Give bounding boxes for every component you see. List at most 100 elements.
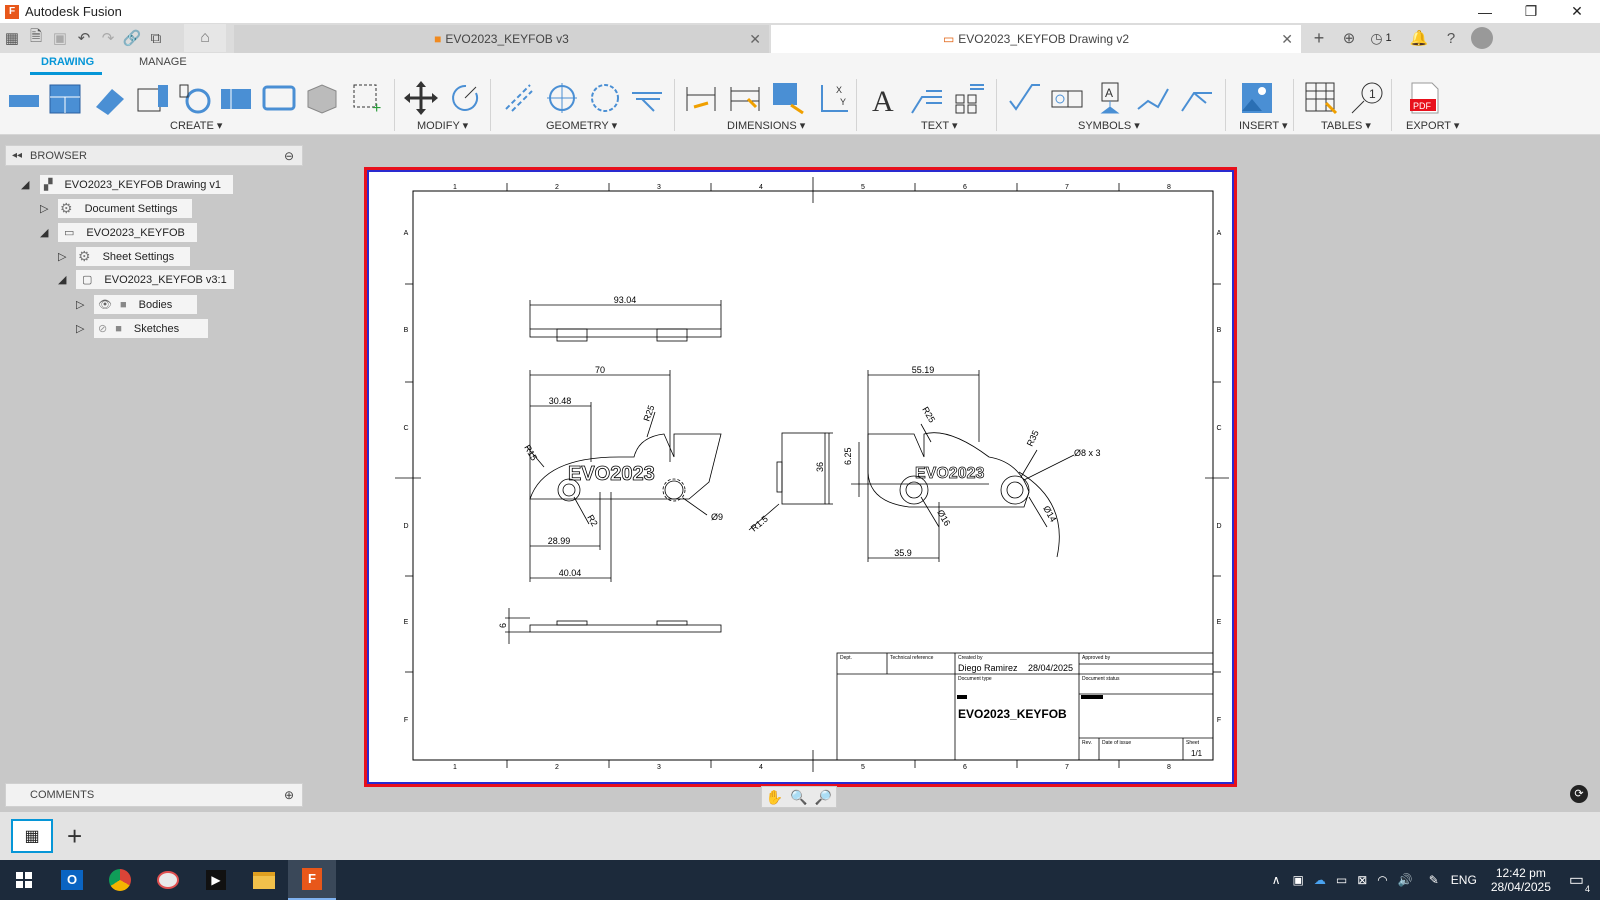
- group-insert[interactable]: INSERT ▾: [1239, 119, 1288, 132]
- fusion-taskbar-icon[interactable]: F: [288, 860, 336, 900]
- expand-arrow-icon[interactable]: ◢: [21, 178, 29, 191]
- dimension-text[interactable]: Ø14: [1041, 504, 1058, 524]
- device-icon[interactable]: ▭: [1336, 873, 1347, 887]
- dimension-text[interactable]: 30.48: [549, 396, 572, 406]
- sheet-thumbnail[interactable]: ▦: [11, 819, 53, 853]
- export-pdf-icon[interactable]: PDF: [1408, 81, 1442, 115]
- wifi-icon[interactable]: ◠: [1377, 873, 1387, 887]
- avatar[interactable]: [1471, 27, 1493, 49]
- copy-icon[interactable]: ⧉: [144, 30, 168, 47]
- app-grid-icon[interactable]: ▦: [0, 29, 24, 47]
- tab-drawing[interactable]: DRAWING: [41, 56, 94, 68]
- group-dimensions[interactable]: DIMENSIONS ▾: [727, 119, 805, 132]
- extensions-icon[interactable]: ⊕: [1337, 29, 1361, 47]
- close-tab-icon[interactable]: ✕: [1281, 31, 1293, 48]
- pan-icon[interactable]: ✋: [766, 789, 783, 806]
- paint-icon[interactable]: [144, 860, 192, 900]
- projected-view-icon[interactable]: [48, 81, 82, 115]
- expand-arrow-icon[interactable]: ▷: [40, 202, 48, 215]
- panel-minimize-icon[interactable]: ⊖: [284, 149, 294, 163]
- dimension-text[interactable]: 6: [498, 623, 508, 628]
- expand-arrow-icon[interactable]: ◢: [40, 226, 48, 239]
- chain-dimension-icon[interactable]: XY: [816, 81, 850, 115]
- group-export[interactable]: EXPORT ▾: [1406, 119, 1459, 132]
- dimension-text[interactable]: R2: [585, 513, 599, 528]
- undo-icon[interactable]: ↶: [72, 29, 96, 47]
- security-icon[interactable]: ⊠: [1357, 873, 1367, 887]
- edge-symbol-icon[interactable]: [1180, 81, 1214, 115]
- expand-arrow-icon[interactable]: ▷: [58, 250, 66, 263]
- surface-texture-icon[interactable]: [1008, 81, 1042, 115]
- dimension-text[interactable]: 35.9: [894, 548, 912, 558]
- dimension-text[interactable]: 28.99: [548, 536, 571, 546]
- windows-start-icon[interactable]: [0, 860, 48, 900]
- dimension-text[interactable]: R1.5: [749, 514, 770, 534]
- home-icon[interactable]: ⌂: [184, 24, 226, 52]
- tree-node-sketches[interactable]: ⊘ ■ Sketches: [94, 319, 208, 338]
- close-button[interactable]: ✕: [1554, 3, 1600, 20]
- dimension-text[interactable]: 70: [595, 365, 605, 375]
- group-text[interactable]: TEXT ▾: [921, 119, 958, 132]
- dimension-icon[interactable]: [684, 81, 718, 115]
- dimension-text[interactable]: R25: [641, 404, 656, 423]
- file-menu-icon[interactable]: 🗎: [24, 26, 48, 51]
- tree-node-view[interactable]: ▢ EVO2023_KEYFOB v3:1: [76, 270, 234, 289]
- comments-panel-header[interactable]: COMMENTS ⊕: [5, 783, 303, 807]
- group-symbols[interactable]: SYMBOLS ▾: [1078, 119, 1140, 132]
- text-icon[interactable]: A: [868, 81, 902, 115]
- sketch-icon[interactable]: +: [350, 81, 384, 115]
- expand-arrow-icon[interactable]: ▷: [76, 298, 84, 311]
- feature-control-frame-icon[interactable]: [1050, 81, 1084, 115]
- tab-manage[interactable]: MANAGE: [139, 56, 187, 68]
- tree-node-drawing[interactable]: ▞ EVO2023_KEYFOB Drawing v1: [40, 175, 233, 194]
- base-view-icon[interactable]: [7, 81, 41, 115]
- ordinate-dimension-icon[interactable]: [728, 81, 762, 115]
- tree-node-sheet[interactable]: ▭ EVO2023_KEYFOB: [58, 223, 197, 242]
- leader-icon[interactable]: [910, 81, 944, 115]
- close-tab-icon[interactable]: ✕: [749, 31, 761, 48]
- eye-hidden-icon[interactable]: ⊘: [98, 322, 107, 335]
- center-mark-pattern-icon[interactable]: [588, 81, 622, 115]
- tab-keyfob-design[interactable]: ■ EVO2023_KEYFOB v3 ✕: [234, 25, 769, 53]
- pen-icon[interactable]: ✎: [1429, 873, 1439, 887]
- redo-icon[interactable]: ↷: [96, 29, 120, 47]
- eye-icon[interactable]: 👁: [98, 298, 112, 311]
- clock[interactable]: 12:42 pm 28/04/2025: [1491, 866, 1551, 894]
- help-icon[interactable]: ?: [1439, 30, 1463, 47]
- tree-node-bodies[interactable]: 👁 ■ Bodies: [94, 295, 197, 314]
- new-tab-icon[interactable]: +: [1307, 28, 1331, 49]
- expand-arrow-icon[interactable]: ▷: [76, 322, 84, 335]
- outlook-icon[interactable]: O: [48, 860, 96, 900]
- language-indicator[interactable]: ENG: [1451, 873, 1477, 887]
- group-create[interactable]: CREATE ▾: [170, 119, 222, 132]
- table-icon[interactable]: [1304, 81, 1338, 115]
- rotate-icon[interactable]: [448, 81, 482, 115]
- datum-identifier-icon[interactable]: A: [1094, 81, 1128, 115]
- collapse-panel-icon[interactable]: ◂◂: [12, 150, 22, 161]
- browser-panel-header[interactable]: ◂◂ BROWSER ⊖: [5, 145, 303, 166]
- expand-arrow-icon[interactable]: ◢: [58, 273, 66, 286]
- baseline-dimension-icon[interactable]: [771, 81, 805, 115]
- onedrive-icon[interactable]: ☁: [1314, 873, 1326, 887]
- group-tables[interactable]: TABLES ▾: [1321, 119, 1371, 132]
- chrome-icon[interactable]: [96, 860, 144, 900]
- tree-node-sheet-settings[interactable]: ⚙ Sheet Settings: [76, 247, 190, 266]
- move-icon[interactable]: [404, 81, 438, 115]
- chevron-up-icon[interactable]: ∧: [1272, 873, 1281, 887]
- dimension-text[interactable]: 93.04: [614, 295, 637, 305]
- dimension-text[interactable]: 36: [815, 462, 825, 472]
- dimension-text[interactable]: R35: [1025, 429, 1041, 448]
- exploded-view-icon[interactable]: [304, 81, 338, 115]
- dimension-text[interactable]: Ø9: [711, 512, 723, 522]
- minimize-button[interactable]: —: [1462, 4, 1508, 20]
- add-comment-icon[interactable]: ⊕: [284, 788, 294, 802]
- app-icon[interactable]: ▶: [192, 860, 240, 900]
- notifications-icon[interactable]: 🔔: [1407, 29, 1431, 47]
- zoom-icon[interactable]: 🔍: [790, 789, 807, 806]
- view-edit-icon[interactable]: [262, 81, 296, 115]
- edge-extension-icon[interactable]: [630, 81, 664, 115]
- tree-node-document-settings[interactable]: ⚙ Document Settings: [58, 199, 192, 218]
- zoom-window-icon[interactable]: 🔎: [815, 789, 832, 806]
- dimension-text[interactable]: R15: [522, 443, 539, 462]
- dimension-text[interactable]: 40.04: [559, 568, 582, 578]
